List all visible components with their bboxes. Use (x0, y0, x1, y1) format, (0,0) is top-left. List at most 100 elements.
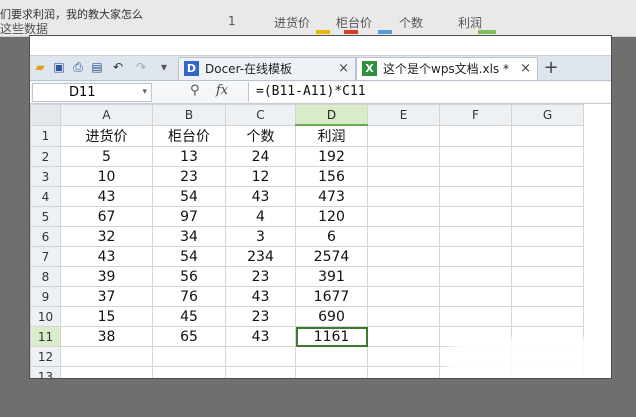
cell[interactable]: 120 (295, 206, 368, 227)
cell[interactable]: 10 (60, 166, 153, 187)
row-header[interactable]: 3 (30, 166, 61, 187)
cell[interactable] (439, 186, 512, 207)
cell[interactable]: 43 (225, 326, 296, 347)
row-header[interactable]: 10 (30, 306, 61, 327)
cell[interactable] (60, 346, 153, 367)
select-all-corner[interactable] (30, 104, 61, 126)
cell[interactable] (439, 124, 512, 147)
cell[interactable] (152, 366, 226, 378)
close-icon[interactable]: × (520, 58, 531, 80)
cell[interactable] (367, 306, 440, 327)
selected-cell[interactable]: 1161 (295, 326, 368, 347)
column-header[interactable]: F (439, 104, 512, 126)
cell[interactable] (511, 166, 584, 187)
cell[interactable]: 39 (60, 266, 153, 287)
cell[interactable] (511, 186, 584, 207)
cell[interactable]: 15 (60, 306, 153, 327)
cell[interactable] (511, 206, 584, 227)
cell[interactable]: 23 (225, 306, 296, 327)
cell[interactable]: 13 (152, 146, 226, 167)
new-tab-button[interactable]: + (540, 57, 562, 79)
tab-wps-document[interactable]: X 这个是个wps文档.xls * × (356, 57, 538, 80)
cell[interactable] (367, 226, 440, 247)
cell[interactable] (152, 346, 226, 367)
formula-input[interactable]: =(B11-A11)*C11 (248, 82, 611, 102)
cell[interactable]: 156 (295, 166, 368, 187)
cell[interactable]: 97 (152, 206, 226, 227)
cell[interactable]: 12 (225, 166, 296, 187)
tab-docer[interactable]: D Docer-在线模板 × (178, 57, 356, 80)
cell[interactable]: 37 (60, 286, 153, 307)
cell[interactable]: 个数 (225, 124, 296, 147)
cell[interactable]: 1677 (295, 286, 368, 307)
column-header[interactable]: G (511, 104, 584, 126)
column-header[interactable]: B (152, 104, 226, 126)
cell[interactable]: 54 (152, 246, 226, 267)
cell[interactable]: 67 (60, 206, 153, 227)
cell[interactable]: 234 (225, 246, 296, 267)
cell[interactable] (367, 166, 440, 187)
cell[interactable]: 473 (295, 186, 368, 207)
cell[interactable] (367, 246, 440, 267)
search-icon[interactable]: ⚲ (190, 83, 200, 98)
row-header[interactable]: 9 (30, 286, 61, 307)
cell[interactable]: 2574 (295, 246, 368, 267)
cell[interactable] (225, 346, 296, 367)
row-header[interactable]: 6 (30, 226, 61, 247)
cell[interactable]: 32 (60, 226, 153, 247)
row-header[interactable]: 11 (30, 326, 61, 347)
column-header[interactable]: E (367, 104, 440, 126)
cell[interactable] (511, 146, 584, 167)
cell[interactable] (367, 186, 440, 207)
cell[interactable] (367, 346, 440, 367)
cell[interactable]: 690 (295, 306, 368, 327)
cell[interactable] (439, 146, 512, 167)
cell[interactable] (60, 366, 153, 378)
cell[interactable]: 43 (60, 246, 153, 267)
row-header[interactable]: 5 (30, 206, 61, 227)
redo-icon[interactable]: ↷ (133, 59, 149, 75)
cell[interactable] (367, 124, 440, 147)
cell[interactable]: 43 (225, 186, 296, 207)
row-header[interactable]: 13 (30, 366, 61, 378)
column-header[interactable]: A (60, 104, 153, 126)
name-box[interactable]: D11 ▾ (32, 83, 152, 102)
cell[interactable] (511, 286, 584, 307)
cell[interactable] (295, 346, 368, 367)
row-header[interactable]: 4 (30, 186, 61, 207)
row-header[interactable]: 1 (30, 124, 61, 147)
cell[interactable] (439, 306, 512, 327)
row-header[interactable]: 8 (30, 266, 61, 287)
cell[interactable] (439, 266, 512, 287)
cell[interactable] (439, 206, 512, 227)
cell[interactable] (511, 266, 584, 287)
cell[interactable]: 45 (152, 306, 226, 327)
cell[interactable] (367, 286, 440, 307)
cell[interactable] (439, 286, 512, 307)
print-icon[interactable]: ⎙ (70, 59, 86, 75)
cell[interactable]: 柜台价 (152, 124, 226, 147)
cell[interactable] (367, 326, 440, 347)
close-icon[interactable]: × (338, 58, 349, 80)
print-preview-icon[interactable]: ▤ (89, 59, 105, 75)
function-icon[interactable]: fx (216, 83, 228, 98)
cell[interactable] (295, 366, 368, 378)
cell[interactable]: 利润 (295, 124, 368, 147)
cell[interactable] (511, 246, 584, 267)
cell[interactable]: 34 (152, 226, 226, 247)
row-header[interactable]: 2 (30, 146, 61, 167)
cell[interactable]: 5 (60, 146, 153, 167)
cell[interactable] (511, 124, 584, 147)
cell[interactable]: 54 (152, 186, 226, 207)
undo-icon[interactable]: ↶ (110, 59, 126, 75)
cell[interactable]: 24 (225, 146, 296, 167)
column-header[interactable]: C (225, 104, 296, 126)
cell[interactable] (225, 366, 296, 378)
cell[interactable]: 192 (295, 146, 368, 167)
cell[interactable]: 23 (225, 266, 296, 287)
cell[interactable]: 6 (295, 226, 368, 247)
open-folder-icon[interactable]: ▰ (32, 59, 48, 75)
cell[interactable] (367, 366, 440, 378)
cell[interactable]: 391 (295, 266, 368, 287)
cell[interactable]: 3 (225, 226, 296, 247)
